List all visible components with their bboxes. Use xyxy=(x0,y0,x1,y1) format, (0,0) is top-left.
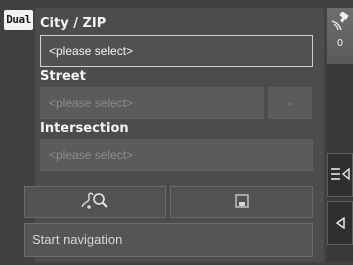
map-search-icon xyxy=(78,189,112,215)
street-field[interactable]: <please select> xyxy=(40,87,264,119)
brand-logo: Dual xyxy=(4,10,33,30)
satellite-count: 0 xyxy=(336,38,344,49)
street-label: Street xyxy=(40,69,86,84)
gps-status-tile: 0 xyxy=(327,8,353,64)
search-on-map-button[interactable] xyxy=(24,186,166,218)
intersection-label: Intersection xyxy=(40,121,129,136)
start-navigation-button[interactable]: Start navigation xyxy=(24,223,313,257)
city-zip-field[interactable]: <please select> xyxy=(40,35,313,67)
city-zip-label: City / ZIP xyxy=(40,16,107,31)
back-arrow-icon xyxy=(335,214,345,233)
address-entry-screen: Dual City / ZIP <please select> Street <… xyxy=(0,0,353,265)
menu-button[interactable] xyxy=(327,153,353,197)
save-button[interactable] xyxy=(170,186,313,218)
menu-arrow-icon xyxy=(330,166,350,185)
satellite-icon xyxy=(331,11,349,36)
intersection-field[interactable]: <please select> xyxy=(40,139,313,171)
back-button[interactable] xyxy=(327,201,353,245)
house-number-button[interactable]: - xyxy=(268,87,312,119)
save-icon xyxy=(234,193,249,212)
